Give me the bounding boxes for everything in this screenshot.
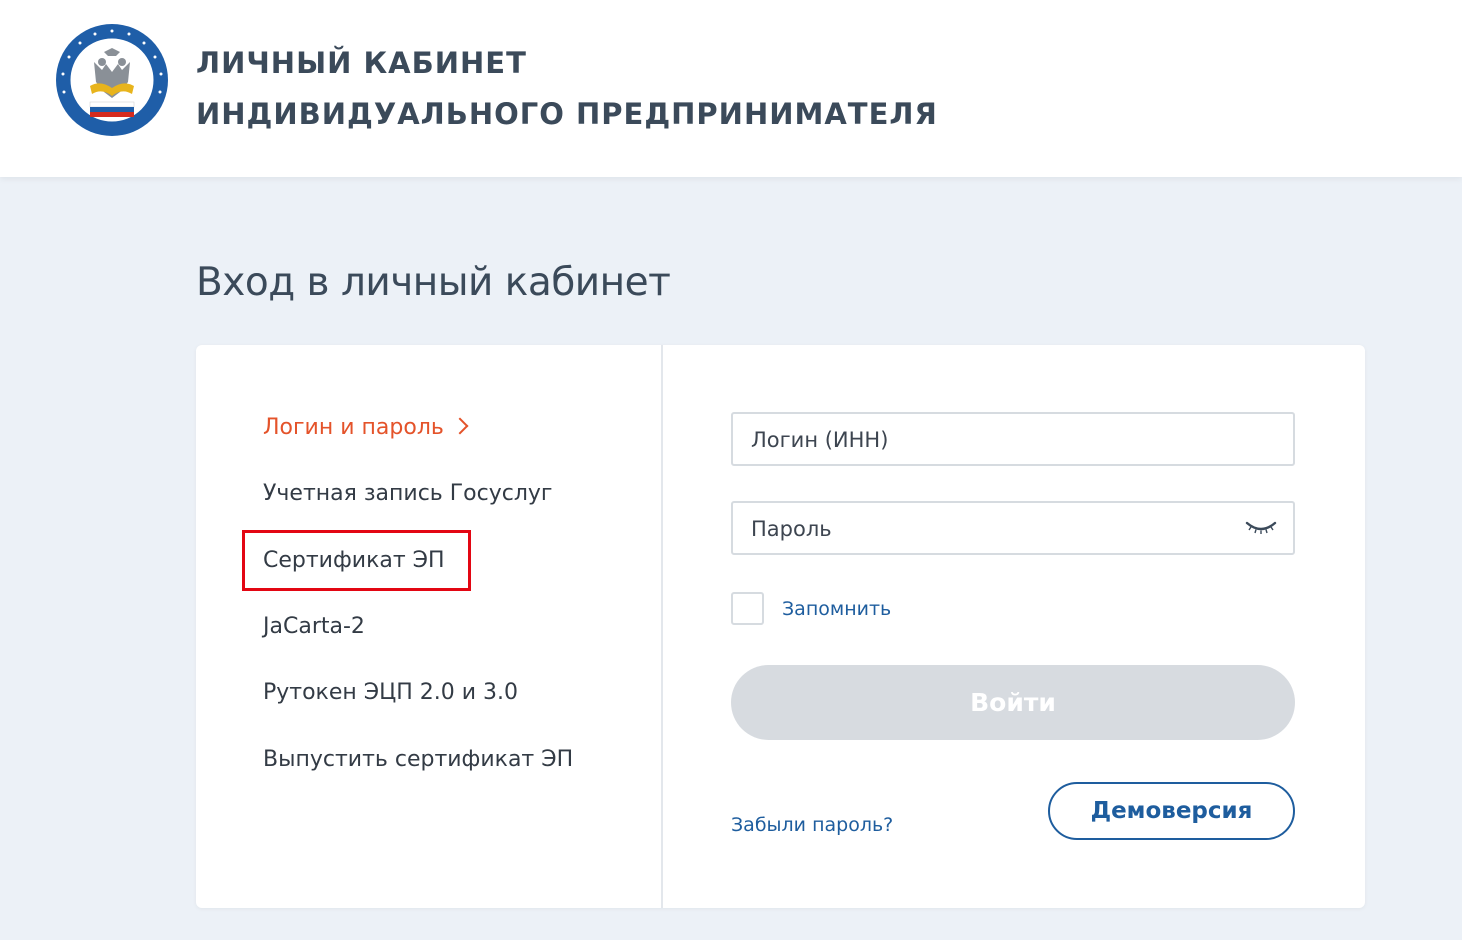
column-divider [661, 345, 663, 908]
header-title-line1: ЛИЧНЫЙ КАБИНЕТ [196, 46, 527, 80]
submit-button[interactable]: Войти [731, 665, 1295, 740]
method-issue-certificate[interactable]: Выпустить сертификат ЭП [263, 747, 573, 772]
header: ЛИЧНЫЙ КАБИНЕТ ИНДИВИДУАЛЬНОГО ПРЕДПРИНИ… [0, 0, 1462, 177]
highlight-annotation [242, 530, 471, 591]
method-label: Выпустить сертификат ЭП [263, 747, 574, 772]
login-input[interactable] [749, 414, 1233, 466]
page-title: Вход в личный кабинет [196, 260, 671, 305]
login-card: Логин и пароль Учетная запись Госуслуг С… [196, 345, 1365, 908]
password-field[interactable] [731, 501, 1295, 555]
fns-emblem-icon[interactable] [54, 22, 170, 138]
method-gosuslugi[interactable]: Учетная запись Госуслуг [263, 481, 553, 506]
method-rutoken[interactable]: Рутокен ЭЦП 2.0 и 3.0 [263, 680, 518, 705]
remember-label[interactable]: Запомнить [782, 598, 891, 620]
remember-checkbox[interactable] [731, 592, 764, 625]
password-input[interactable] [749, 503, 1233, 555]
method-login-password[interactable]: Логин и пароль [263, 415, 469, 440]
forgot-password-link[interactable]: Забыли пароль? [731, 814, 893, 836]
chevron-right-icon [451, 417, 469, 435]
method-label: JaCarta-2 [263, 614, 365, 639]
header-title: ЛИЧНЫЙ КАБИНЕТ ИНДИВИДУАЛЬНОГО ПРЕДПРИНИ… [196, 38, 938, 140]
eye-closed-icon[interactable] [1245, 517, 1277, 537]
login-field[interactable] [731, 412, 1295, 466]
demo-button[interactable]: Демоверсия [1048, 782, 1295, 840]
method-label: Рутокен ЭЦП 2.0 и 3.0 [263, 680, 518, 705]
method-jacarta[interactable]: JaCarta-2 [263, 614, 365, 639]
header-title-line2: ИНДИВИДУАЛЬНОГО ПРЕДПРИНИМАТЕЛЯ [196, 97, 938, 131]
method-label: Учетная запись Госуслуг [263, 481, 553, 506]
method-label: Логин и пароль [263, 415, 444, 440]
